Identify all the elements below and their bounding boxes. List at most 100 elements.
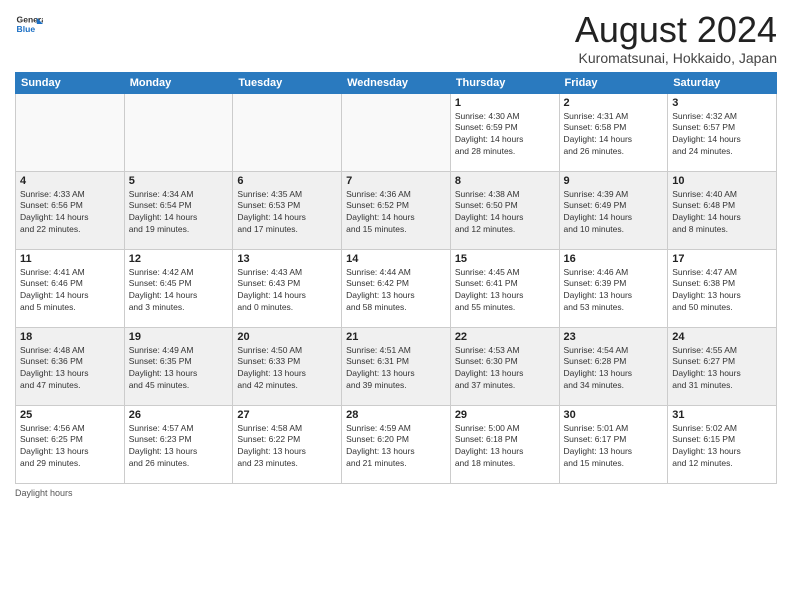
- day-detail: Sunrise: 4:45 AM Sunset: 6:41 PM Dayligh…: [455, 267, 555, 315]
- day-cell: 19 Sunrise: 4:49 AM Sunset: 6:35 PM Dayli…: [124, 327, 233, 405]
- day-number: 14: [346, 253, 446, 265]
- day-cell: [16, 93, 125, 171]
- day-detail: Sunrise: 4:48 AM Sunset: 6:36 PM Dayligh…: [20, 345, 120, 393]
- day-number: 5: [129, 175, 229, 187]
- day-number: 6: [237, 175, 337, 187]
- day-number: 8: [455, 175, 555, 187]
- day-number: 23: [564, 331, 664, 343]
- day-number: 15: [455, 253, 555, 265]
- day-detail: Sunrise: 4:49 AM Sunset: 6:35 PM Dayligh…: [129, 345, 229, 393]
- day-detail: Sunrise: 4:42 AM Sunset: 6:45 PM Dayligh…: [129, 267, 229, 315]
- week-row-5: 25Sunrise: 4:56 AM Sunset: 6:25 PM Dayli…: [16, 405, 777, 483]
- svg-text:Blue: Blue: [17, 24, 36, 34]
- week-row-4: 18 Sunrise: 4:48 AM Sunset: 6:36 PM Dayli…: [16, 327, 777, 405]
- day-cell: 11Sunrise: 4:41 AM Sunset: 6:46 PM Dayli…: [16, 249, 125, 327]
- calendar-subtitle: Kuromatsunai, Hokkaido, Japan: [575, 50, 777, 66]
- day-cell: [124, 93, 233, 171]
- day-number: 27: [237, 409, 337, 421]
- logo-icon: General Blue: [15, 10, 43, 38]
- day-detail: Sunrise: 4:53 AM Sunset: 6:30 PM Dayligh…: [455, 345, 555, 393]
- day-cell: [342, 93, 451, 171]
- weekday-header-sunday: Sunday: [16, 72, 125, 93]
- weekday-header-wednesday: Wednesday: [342, 72, 451, 93]
- day-detail: Sunrise: 5:00 AM Sunset: 6:18 PM Dayligh…: [455, 423, 555, 471]
- day-number: 12: [129, 253, 229, 265]
- day-detail: Sunrise: 4:50 AM Sunset: 6:33 PM Dayligh…: [237, 345, 337, 393]
- day-cell: 28 Sunrise: 4:59 AM Sunset: 6:20 PM Dayli…: [342, 405, 451, 483]
- day-cell: 25Sunrise: 4:56 AM Sunset: 6:25 PM Dayli…: [16, 405, 125, 483]
- day-number: 1: [455, 97, 555, 109]
- week-row-3: 11Sunrise: 4:41 AM Sunset: 6:46 PM Dayli…: [16, 249, 777, 327]
- day-cell: 10Sunrise: 4:40 AM Sunset: 6:48 PM Dayli…: [668, 171, 777, 249]
- weekday-header-row: SundayMondayTuesdayWednesdayThursdayFrid…: [16, 72, 777, 93]
- logo: General Blue: [15, 10, 43, 38]
- day-number: 2: [564, 97, 664, 109]
- day-cell: 5Sunrise: 4:34 AM Sunset: 6:54 PM Daylig…: [124, 171, 233, 249]
- day-detail: Sunrise: 4:40 AM Sunset: 6:48 PM Dayligh…: [672, 189, 772, 237]
- day-cell: 26Sunrise: 4:57 AM Sunset: 6:23 PM Dayli…: [124, 405, 233, 483]
- day-detail: Sunrise: 4:35 AM Sunset: 6:53 PM Dayligh…: [237, 189, 337, 237]
- day-number: 3: [672, 97, 772, 109]
- day-cell: 27 Sunrise: 4:58 AM Sunset: 6:22 PM Dayli…: [233, 405, 342, 483]
- day-number: 21: [346, 331, 446, 343]
- day-detail: Sunrise: 4:54 AM Sunset: 6:28 PM Dayligh…: [564, 345, 664, 393]
- day-cell: 23 Sunrise: 4:54 AM Sunset: 6:28 PM Dayli…: [559, 327, 668, 405]
- week-row-1: 1 Sunrise: 4:30 AM Sunset: 6:59 PM Daylig…: [16, 93, 777, 171]
- day-detail: Sunrise: 4:31 AM Sunset: 6:58 PM Dayligh…: [564, 111, 664, 159]
- day-detail: Sunrise: 4:47 AM Sunset: 6:38 PM Dayligh…: [672, 267, 772, 315]
- day-cell: 15 Sunrise: 4:45 AM Sunset: 6:41 PM Dayli…: [450, 249, 559, 327]
- day-number: 7: [346, 175, 446, 187]
- day-detail: Sunrise: 5:01 AM Sunset: 6:17 PM Dayligh…: [564, 423, 664, 471]
- calendar-title: August 2024: [575, 10, 777, 50]
- day-detail: Sunrise: 4:55 AM Sunset: 6:27 PM Dayligh…: [672, 345, 772, 393]
- day-cell: 17 Sunrise: 4:47 AM Sunset: 6:38 PM Dayli…: [668, 249, 777, 327]
- weekday-header-friday: Friday: [559, 72, 668, 93]
- day-detail: Sunrise: 4:32 AM Sunset: 6:57 PM Dayligh…: [672, 111, 772, 159]
- day-number: 24: [672, 331, 772, 343]
- day-cell: 31Sunrise: 5:02 AM Sunset: 6:15 PM Dayli…: [668, 405, 777, 483]
- day-cell: 12 Sunrise: 4:42 AM Sunset: 6:45 PM Dayli…: [124, 249, 233, 327]
- day-number: 9: [564, 175, 664, 187]
- day-number: 18: [20, 331, 120, 343]
- day-cell: 21 Sunrise: 4:51 AM Sunset: 6:31 PM Dayli…: [342, 327, 451, 405]
- weekday-header-monday: Monday: [124, 72, 233, 93]
- day-cell: 7 Sunrise: 4:36 AM Sunset: 6:52 PM Daylig…: [342, 171, 451, 249]
- week-row-2: 4 Sunrise: 4:33 AM Sunset: 6:56 PM Daylig…: [16, 171, 777, 249]
- day-detail: Sunrise: 4:30 AM Sunset: 6:59 PM Dayligh…: [455, 111, 555, 159]
- day-detail: Sunrise: 4:33 AM Sunset: 6:56 PM Dayligh…: [20, 189, 120, 237]
- day-cell: 3 Sunrise: 4:32 AM Sunset: 6:57 PM Daylig…: [668, 93, 777, 171]
- day-cell: 22 Sunrise: 4:53 AM Sunset: 6:30 PM Dayli…: [450, 327, 559, 405]
- day-cell: 24 Sunrise: 4:55 AM Sunset: 6:27 PM Dayli…: [668, 327, 777, 405]
- day-detail: Sunrise: 4:57 AM Sunset: 6:23 PM Dayligh…: [129, 423, 229, 471]
- day-detail: Sunrise: 4:58 AM Sunset: 6:22 PM Dayligh…: [237, 423, 337, 471]
- calendar-body: 1 Sunrise: 4:30 AM Sunset: 6:59 PM Daylig…: [16, 93, 777, 483]
- weekday-header-tuesday: Tuesday: [233, 72, 342, 93]
- day-detail: Sunrise: 4:46 AM Sunset: 6:39 PM Dayligh…: [564, 267, 664, 315]
- day-cell: 20 Sunrise: 4:50 AM Sunset: 6:33 PM Dayli…: [233, 327, 342, 405]
- day-cell: 16Sunrise: 4:46 AM Sunset: 6:39 PM Dayli…: [559, 249, 668, 327]
- day-number: 17: [672, 253, 772, 265]
- day-cell: 30 Sunrise: 5:01 AM Sunset: 6:17 PM Dayli…: [559, 405, 668, 483]
- day-number: 30: [564, 409, 664, 421]
- day-cell: 1 Sunrise: 4:30 AM Sunset: 6:59 PM Daylig…: [450, 93, 559, 171]
- day-cell: 6 Sunrise: 4:35 AM Sunset: 6:53 PM Daylig…: [233, 171, 342, 249]
- calendar-header: SundayMondayTuesdayWednesdayThursdayFrid…: [16, 72, 777, 93]
- day-cell: 2 Sunrise: 4:31 AM Sunset: 6:58 PM Daylig…: [559, 93, 668, 171]
- day-cell: 9 Sunrise: 4:39 AM Sunset: 6:49 PM Daylig…: [559, 171, 668, 249]
- day-detail: Sunrise: 4:38 AM Sunset: 6:50 PM Dayligh…: [455, 189, 555, 237]
- day-number: 25: [20, 409, 120, 421]
- day-detail: Sunrise: 4:36 AM Sunset: 6:52 PM Dayligh…: [346, 189, 446, 237]
- day-number: 4: [20, 175, 120, 187]
- day-cell: 13Sunrise: 4:43 AM Sunset: 6:43 PM Dayli…: [233, 249, 342, 327]
- day-detail: Sunrise: 5:02 AM Sunset: 6:15 PM Dayligh…: [672, 423, 772, 471]
- day-number: 22: [455, 331, 555, 343]
- title-section: August 2024 Kuromatsunai, Hokkaido, Japa…: [575, 10, 777, 66]
- day-number: 19: [129, 331, 229, 343]
- day-number: 28: [346, 409, 446, 421]
- day-detail: Sunrise: 4:39 AM Sunset: 6:49 PM Dayligh…: [564, 189, 664, 237]
- page-header: General Blue August 2024 Kuromatsunai, H…: [15, 10, 777, 66]
- day-detail: Sunrise: 4:43 AM Sunset: 6:43 PM Dayligh…: [237, 267, 337, 315]
- day-detail: Sunrise: 4:51 AM Sunset: 6:31 PM Dayligh…: [346, 345, 446, 393]
- day-detail: Sunrise: 4:59 AM Sunset: 6:20 PM Dayligh…: [346, 423, 446, 471]
- day-number: 20: [237, 331, 337, 343]
